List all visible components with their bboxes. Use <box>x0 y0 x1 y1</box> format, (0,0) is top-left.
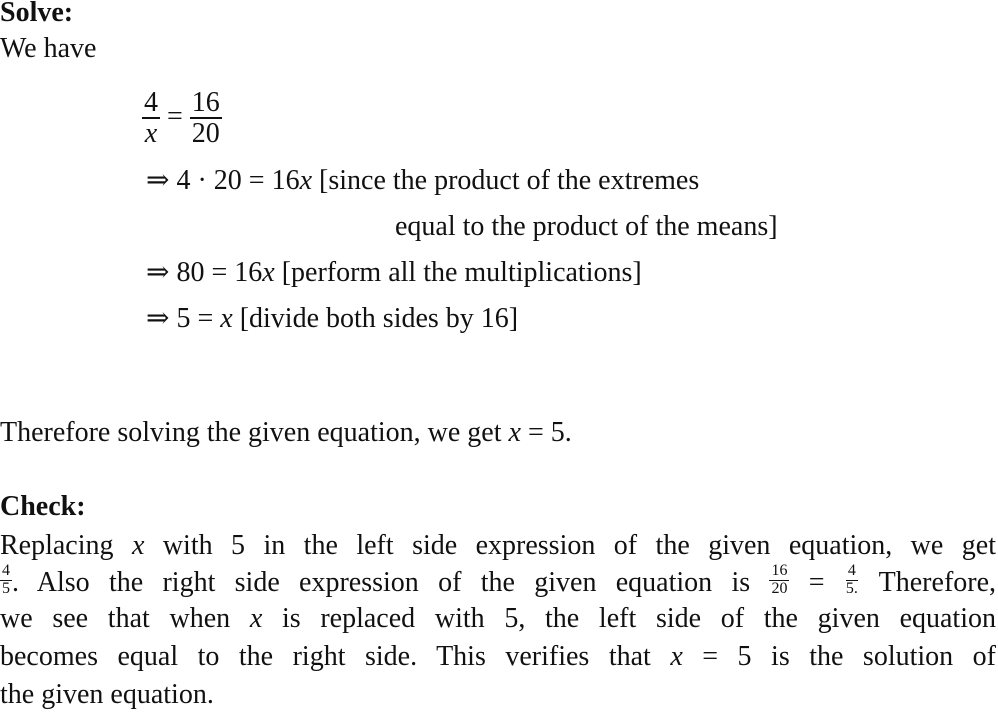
conclusion-var: x <box>508 417 521 448</box>
step-math: 4 · 20 = 16 <box>176 165 300 196</box>
step-2: ⇒ 80 = 16x [perform all the multiplicati… <box>146 256 642 290</box>
fraction-lhs: 4 x <box>142 88 160 149</box>
step-3: ⇒ 5 = x [divide both sides by 16] <box>146 302 518 336</box>
step-math: 5 = <box>176 303 221 334</box>
implies-icon: ⇒ <box>146 165 170 196</box>
check-line-1: Replacing x with 5 in the left side expr… <box>0 530 996 561</box>
step-note: [divide both sides by 16] <box>239 303 519 334</box>
check-paragraph: Replacing x with 5 in the left side expr… <box>0 529 996 712</box>
fraction-16-20: 16 20 <box>769 562 790 598</box>
check-heading: Check: <box>0 491 86 522</box>
check-line-3: we see that when x is replaced with 5, t… <box>0 602 996 634</box>
step-1-continuation: equal to the product of the means] <box>395 211 778 242</box>
intro-text: We have <box>0 33 97 64</box>
step-var: x <box>262 257 275 288</box>
equals-sign: = <box>167 100 183 132</box>
main-equation: 4 x = 16 20 <box>142 88 222 149</box>
numerator: 16 <box>189 87 222 120</box>
fraction-rhs: 16 20 <box>189 87 222 150</box>
step-var: x <box>299 165 313 196</box>
step-note: [perform all the multiplications] <box>281 257 642 288</box>
step-1: ⇒ 4 · 20 = 16x [since the product of the… <box>146 164 699 198</box>
conclusion-text: Therefore solving the given equation, we… <box>0 417 509 448</box>
solve-heading: Solve: <box>0 0 74 28</box>
step-note: [since the product of the extremes <box>319 165 700 196</box>
fraction-4-5-b: 4 5. <box>845 562 858 598</box>
implies-icon: ⇒ <box>146 257 170 288</box>
denominator: 20 <box>191 118 220 150</box>
check-line-5: the given equation. <box>0 678 214 710</box>
check-line-4: becomes equal to the right side. This ve… <box>0 640 996 672</box>
implies-icon: ⇒ <box>146 303 170 334</box>
denominator: x <box>144 118 158 150</box>
step-var: x <box>220 303 233 334</box>
numerator: 4 <box>142 87 160 120</box>
check-line-2: 45. Also the right side expression of th… <box>0 562 997 598</box>
fraction-4-5: 45 <box>0 562 12 598</box>
conclusion-value: = 5. <box>520 417 572 448</box>
step-math: 80 = 16 <box>176 257 263 288</box>
conclusion: Therefore solving the given equation, we… <box>0 416 572 450</box>
